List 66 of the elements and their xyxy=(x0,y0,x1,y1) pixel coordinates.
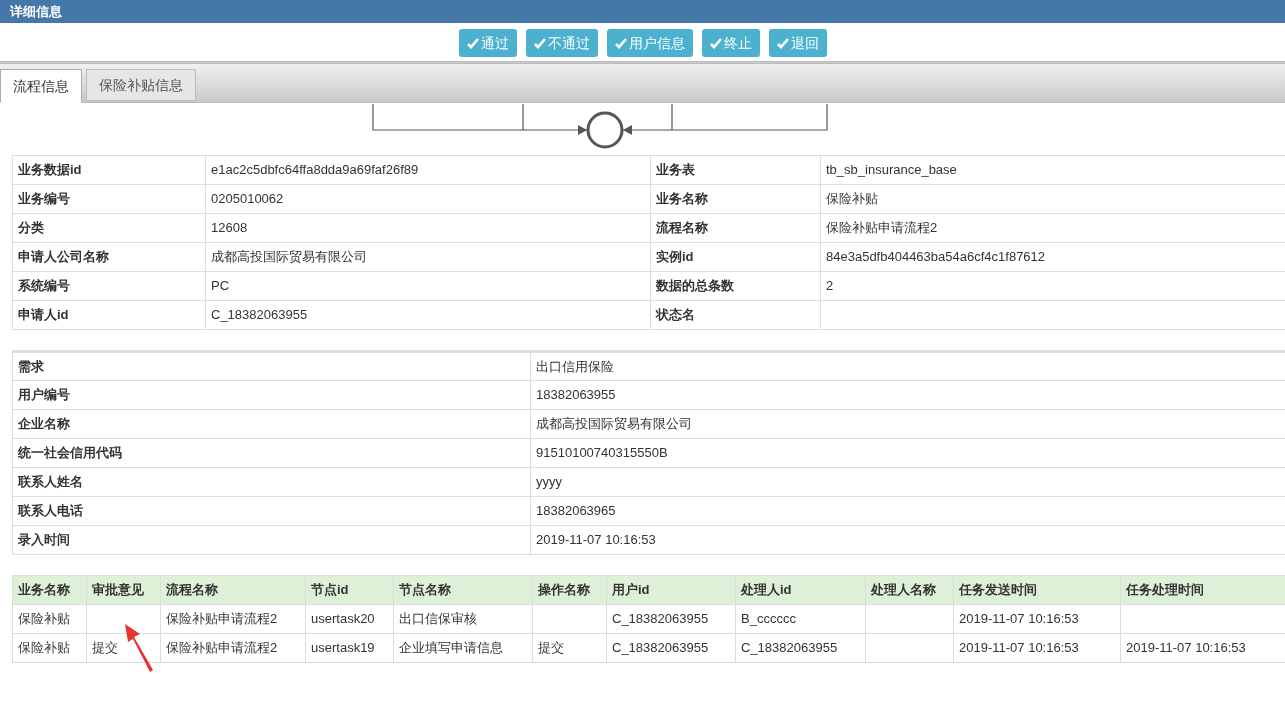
field-label: 申请人公司名称 xyxy=(12,242,206,272)
field-label: 实例id xyxy=(650,242,821,272)
field-value: 12608 xyxy=(205,213,651,243)
table-cell: 保险补贴申请流程2 xyxy=(160,633,306,663)
checkmark-icon xyxy=(709,37,722,49)
field-label: 分类 xyxy=(12,213,206,243)
table-cell: 出口信保审核 xyxy=(393,604,533,634)
panel-title: 详细信息 xyxy=(10,2,62,21)
field-label: 企业名称 xyxy=(12,409,531,439)
field-label: 申请人id xyxy=(12,300,206,330)
checkmark-icon xyxy=(614,37,627,49)
field-value: PC xyxy=(205,271,651,301)
tab[interactable]: 流程信息 xyxy=(0,69,82,103)
field-label: 状态名 xyxy=(650,300,821,330)
checkmark-icon xyxy=(533,37,546,49)
field-value: tb_sb_insurance_base xyxy=(820,155,1285,185)
field-value: C_18382063955 xyxy=(205,300,651,330)
column-header: 节点名称 xyxy=(393,575,533,605)
table-cell: 2019-11-07 10:16:53 xyxy=(953,633,1121,663)
column-header: 处理人名称 xyxy=(865,575,954,605)
field-label: 业务编号 xyxy=(12,184,206,214)
table-cell: 提交 xyxy=(532,633,607,663)
action-button[interactable]: 退回 xyxy=(768,29,827,57)
table-cell: 2019-11-07 10:16:53 xyxy=(953,604,1121,634)
field-value: 成都高投国际贸易有限公司 xyxy=(205,242,651,272)
field-label: 统一社会信用代码 xyxy=(12,438,531,468)
field-label: 需求 xyxy=(12,351,531,381)
table-cell: C_18382063955 xyxy=(735,633,866,663)
action-button[interactable]: 用户信息 xyxy=(606,29,693,57)
field-label: 联系人电话 xyxy=(12,496,531,526)
table-cell: 企业填写申请信息 xyxy=(393,633,533,663)
column-header: 业务名称 xyxy=(12,575,87,605)
field-value: 0205010062 xyxy=(205,184,651,214)
checkmark-icon xyxy=(776,37,789,49)
field-label: 录入时间 xyxy=(12,525,531,555)
table-cell: 保险补贴申请流程2 xyxy=(160,604,306,634)
table-cell: 保险补贴 xyxy=(12,604,87,634)
field-label: 流程名称 xyxy=(650,213,821,243)
arrow-annotation-drawing xyxy=(122,622,156,672)
field-label: 数据的总条数 xyxy=(650,271,821,301)
column-header: 审批意见 xyxy=(86,575,161,605)
table-cell: usertask20 xyxy=(305,604,394,634)
field-value: e1ac2c5dbfc64ffa8dda9a69faf26f89 xyxy=(205,155,651,185)
field-label: 业务表 xyxy=(650,155,821,185)
column-header: 操作名称 xyxy=(532,575,607,605)
column-header: 流程名称 xyxy=(160,575,306,605)
column-header: 处理人id xyxy=(735,575,866,605)
column-header: 节点id xyxy=(305,575,394,605)
tab[interactable]: 保险补贴信息 xyxy=(86,69,196,101)
table-cell: usertask19 xyxy=(305,633,394,663)
table-cell: 保险补贴 xyxy=(12,633,87,663)
action-button[interactable]: 不通过 xyxy=(525,29,598,57)
action-button[interactable]: 终止 xyxy=(701,29,760,57)
column-header: 任务处理时间 xyxy=(1120,575,1285,605)
action-button[interactable]: 通过 xyxy=(458,29,517,57)
field-label: 用户编号 xyxy=(12,380,531,410)
table-cell: C_18382063955 xyxy=(606,604,736,634)
field-label: 系统编号 xyxy=(12,271,206,301)
column-header: 任务发送时间 xyxy=(953,575,1121,605)
table-cell: C_18382063955 xyxy=(606,633,736,663)
field-label: 业务名称 xyxy=(650,184,821,214)
field-label: 业务数据id xyxy=(12,155,206,185)
field-label: 联系人姓名 xyxy=(12,467,531,497)
table-cell: B_cccccc xyxy=(735,604,866,634)
column-header: 用户id xyxy=(606,575,736,605)
checkmark-icon xyxy=(466,37,479,49)
